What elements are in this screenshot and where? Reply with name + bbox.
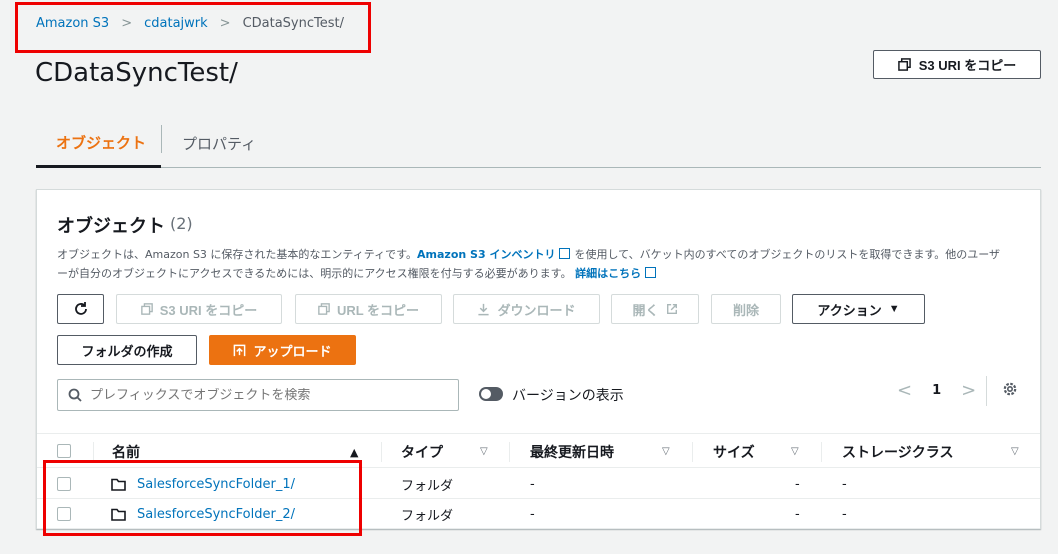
upload-label: アップロード <box>253 343 332 359</box>
page-title: CDataSyncTest/ <box>35 58 238 88</box>
pager-divider <box>986 376 987 406</box>
tab-properties[interactable]: プロパティ <box>162 120 256 167</box>
col-header-type[interactable]: タイプ <box>401 434 443 469</box>
object-type: フォルダ <box>401 478 454 494</box>
delete-button[interactable]: 削除 <box>711 294 781 324</box>
column-divider <box>93 442 94 462</box>
upload-button[interactable]: アップロード <box>209 335 356 365</box>
gear-icon[interactable] <box>1001 380 1019 398</box>
refresh-icon <box>74 302 87 315</box>
download-icon <box>478 303 490 315</box>
external-link-icon <box>645 267 657 278</box>
copy-s3-uri-button[interactable]: S3 URI をコピー <box>873 50 1041 79</box>
refresh-button[interactable] <box>57 294 104 324</box>
upload-icon <box>234 344 246 356</box>
panel-description: オブジェクトは、Amazon S3 に保存された基本的なエンティティです。Ama… <box>57 245 1002 283</box>
caret-down-icon: ▼ <box>888 303 900 315</box>
col-header-storage-class[interactable]: ストレージクラス <box>842 434 953 469</box>
object-size: - <box>795 476 800 492</box>
page-number[interactable]: 1 <box>932 383 941 398</box>
highlight-box-breadcrumb <box>15 2 371 53</box>
copy-url-button[interactable]: URL をコピー <box>295 294 442 324</box>
chevron-right-icon[interactable]: > <box>961 380 976 401</box>
create-folder-label: フォルダの作成 <box>81 343 173 359</box>
pagination: < 1 > <box>897 380 976 401</box>
tab-objects[interactable]: オブジェクト <box>36 120 161 168</box>
panel-title: オブジェクト <box>57 216 165 237</box>
copy-s3-uri-toolbar-label: S3 URI をコピー <box>159 302 258 318</box>
create-folder-button[interactable]: フォルダの作成 <box>57 335 197 365</box>
object-storage-class: - <box>842 476 847 492</box>
chevron-left-icon[interactable]: < <box>897 380 912 401</box>
sort-icon[interactable]: ▽ <box>1011 446 1019 457</box>
column-divider <box>509 442 510 462</box>
column-divider <box>692 442 693 462</box>
highlight-box-rows <box>43 460 362 536</box>
search-box <box>57 379 459 411</box>
open-label: 開く <box>632 302 659 318</box>
learn-more-link[interactable]: 詳細はこちら <box>575 267 641 280</box>
copy-url-label: URL をコピー <box>336 302 420 318</box>
object-size: - <box>795 506 800 522</box>
object-modified: - <box>530 506 535 522</box>
tab-bar: オブジェクト プロパティ <box>36 120 1041 168</box>
open-button[interactable]: 開く <box>611 294 699 324</box>
search-icon <box>68 388 82 402</box>
sort-icon[interactable]: ▽ <box>480 446 488 457</box>
sort-icon[interactable]: ▽ <box>791 446 799 457</box>
copy-s3-uri-label: S3 URI をコピー <box>918 58 1017 73</box>
external-link-icon <box>666 304 677 314</box>
inventory-link[interactable]: Amazon S3 インベントリ <box>417 248 555 261</box>
copy-icon <box>897 58 911 71</box>
sort-icon[interactable]: ▽ <box>662 446 670 457</box>
actions-dropdown[interactable]: アクション ▼ <box>792 294 925 324</box>
download-button[interactable]: ダウンロード <box>453 294 600 324</box>
delete-label: 削除 <box>732 302 759 318</box>
object-type: フォルダ <box>401 508 454 524</box>
copy-icon <box>318 303 330 315</box>
actions-label: アクション <box>817 302 882 318</box>
external-link-icon <box>559 248 571 259</box>
sort-asc-icon[interactable]: ▲ <box>350 446 358 459</box>
copy-icon <box>140 303 153 315</box>
object-storage-class: - <box>842 506 847 522</box>
object-modified: - <box>530 476 535 492</box>
search-input[interactable] <box>90 387 430 403</box>
col-header-modified[interactable]: 最終更新日時 <box>530 434 614 469</box>
copy-s3-uri-toolbar-button[interactable]: S3 URI をコピー <box>116 294 282 324</box>
col-header-size[interactable]: サイズ <box>713 434 755 469</box>
column-divider <box>381 442 382 462</box>
desc-text-1: オブジェクトは、Amazon S3 に保存された基本的なエンティティです。 <box>57 248 418 261</box>
versions-toggle-label: バージョンの表示 <box>512 388 624 404</box>
column-divider <box>821 442 822 462</box>
object-count: (2) <box>170 214 193 233</box>
versions-toggle[interactable] <box>479 387 503 401</box>
select-all-checkbox[interactable] <box>57 444 71 458</box>
download-label: ダウンロード <box>497 302 576 318</box>
